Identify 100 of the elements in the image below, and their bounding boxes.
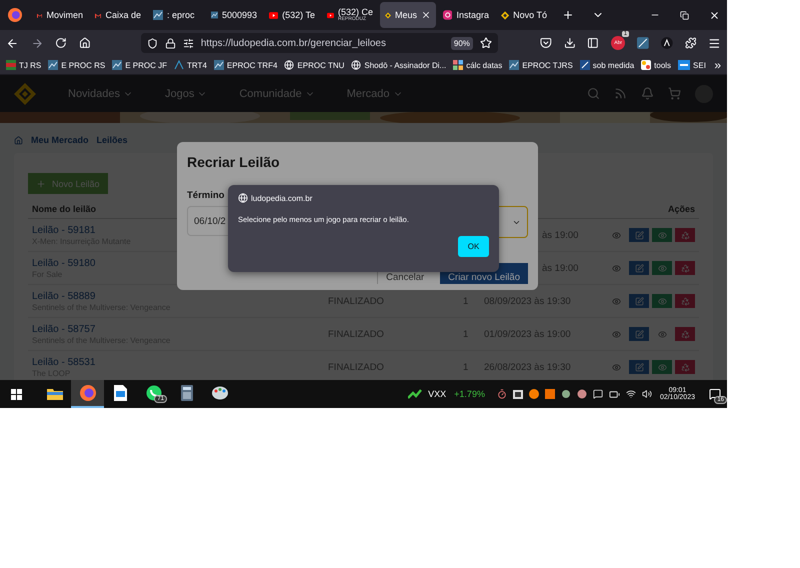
- firefox-icon[interactable]: [8, 8, 22, 22]
- edit-icon: [634, 362, 644, 372]
- close-icon[interactable]: [709, 10, 720, 20]
- eye-icon: [612, 296, 620, 306]
- eye-icon: [658, 264, 666, 272]
- download-icon[interactable]: [564, 37, 576, 49]
- sliders-icon: [182, 38, 194, 48]
- tray-app-icon[interactable]: [560, 389, 571, 399]
- edit-icon: [634, 230, 644, 240]
- document-icon: [211, 10, 218, 20]
- extension-icon[interactable]: [637, 37, 649, 49]
- eye-icon: [658, 230, 666, 240]
- tray-app-icon[interactable]: [512, 390, 523, 398]
- eye-icon: [658, 296, 666, 306]
- eye-icon: [612, 264, 620, 272]
- tray-app-icon[interactable]: [576, 389, 587, 399]
- windows-start-icon[interactable]: [11, 388, 22, 400]
- bookmark[interactable]: TRT4: [174, 60, 207, 70]
- mail-icon: [95, 10, 102, 20]
- eye-icon: [612, 330, 620, 338]
- tray-app-icon[interactable]: [592, 389, 603, 399]
- pocket-icon[interactable]: [540, 37, 552, 49]
- document-icon: [214, 60, 224, 70]
- new-tab-icon[interactable]: [562, 9, 574, 21]
- address-bar[interactable]: https://ludopedia.com.br/gerenciar_leiloes 90%: [140, 33, 498, 53]
- reload-icon[interactable]: [55, 37, 68, 49]
- globe-icon: [284, 60, 294, 70]
- sidebar-icon[interactable]: [587, 37, 600, 49]
- recycle-icon: [680, 330, 690, 338]
- extension-icon[interactable]: [660, 37, 673, 49]
- browser-tab[interactable]: Meus: [380, 2, 436, 28]
- volume-icon[interactable]: [642, 389, 652, 399]
- edit-icon: [634, 296, 644, 306]
- edit-icon: [634, 264, 644, 272]
- shield-icon: [146, 38, 158, 48]
- document-icon: [509, 60, 520, 70]
- bookmark[interactable]: cálc datas: [453, 60, 502, 70]
- restore-icon[interactable]: [680, 10, 689, 20]
- document-icon: [114, 385, 127, 401]
- calculator-icon: [180, 385, 192, 401]
- pen-icon: [580, 60, 590, 70]
- star-icon[interactable]: [480, 37, 492, 49]
- bookmark[interactable]: E PROC RS: [48, 60, 106, 70]
- signature-icon: [174, 60, 184, 70]
- recycle-icon: [680, 362, 690, 372]
- browser-tab[interactable]: Caixa de: [90, 2, 146, 28]
- menu-icon[interactable]: [708, 36, 722, 50]
- document-icon: [48, 60, 58, 70]
- eye-icon: [612, 362, 620, 372]
- bookmark[interactable]: EPROC TRF4: [214, 60, 278, 70]
- alert-origin: ludopedia.com.br: [251, 194, 312, 202]
- browser-tab[interactable]: Movimen: [32, 2, 88, 28]
- camera-icon: [443, 10, 452, 20]
- play-icon: [327, 10, 334, 20]
- palette-icon: [212, 386, 228, 400]
- column-header: Ações: [668, 204, 695, 214]
- eye-icon: [658, 330, 666, 338]
- bookmark[interactable]: EPROC TJRS: [509, 60, 573, 70]
- recycle-icon: [680, 296, 690, 306]
- browser-tab[interactable]: 5000993: [206, 2, 262, 28]
- plus-icon: [36, 178, 46, 188]
- sei-logo-icon: [678, 60, 690, 70]
- browser-tab[interactable]: Novo Tó: [496, 2, 552, 28]
- more-bookmarks[interactable]: »: [714, 58, 721, 72]
- forward-icon[interactable]: [30, 36, 44, 50]
- puzzle-icon[interactable]: [684, 37, 696, 49]
- bookmark[interactable]: TJ RS: [6, 60, 42, 70]
- stock-ticker: VXX: [428, 389, 446, 399]
- diamond-logo-icon: [501, 10, 510, 20]
- play-icon: [269, 10, 278, 20]
- flag-icon: [6, 60, 16, 70]
- bookmark[interactable]: tools: [641, 60, 672, 70]
- zoom-level[interactable]: 90%: [450, 36, 473, 50]
- tray-app-icon[interactable]: [544, 389, 555, 399]
- bookmark[interactable]: sob medida: [580, 60, 634, 70]
- eye-icon: [612, 230, 620, 240]
- tray-app-icon[interactable]: [528, 389, 539, 399]
- back-icon[interactable]: [6, 36, 19, 50]
- battery-icon[interactable]: [608, 388, 620, 400]
- bookmark[interactable]: EPROC TNU: [284, 60, 344, 70]
- browser-tab[interactable]: Instagra: [438, 2, 494, 28]
- bookmark[interactable]: E PROC JF: [112, 60, 168, 70]
- bookmark[interactable]: SEI: [678, 60, 706, 70]
- timer-icon[interactable]: [496, 389, 507, 399]
- browser-tab[interactable]: (532) Te: [264, 2, 320, 28]
- tools-icon: [641, 60, 652, 70]
- url-text: https://ludopedia.com.br/gerenciar_leiloes: [200, 38, 387, 48]
- grid-icon: [453, 60, 464, 70]
- eye-icon: [658, 362, 666, 372]
- browser-tab[interactable]: : eproc: [148, 2, 204, 28]
- dialog-title: Recriar Leilão: [187, 154, 280, 170]
- recycle-icon: [680, 264, 690, 272]
- wifi-icon[interactable]: [626, 389, 636, 399]
- document-icon: [153, 10, 163, 20]
- bookmark[interactable]: Shodō - Assinador Di...: [351, 60, 446, 70]
- folder-icon: [46, 386, 62, 400]
- ok-button[interactable]: OK: [458, 236, 489, 257]
- stock-change: +1.79%: [454, 389, 485, 399]
- field-label: Término: [187, 190, 224, 201]
- close-icon[interactable]: [421, 10, 431, 20]
